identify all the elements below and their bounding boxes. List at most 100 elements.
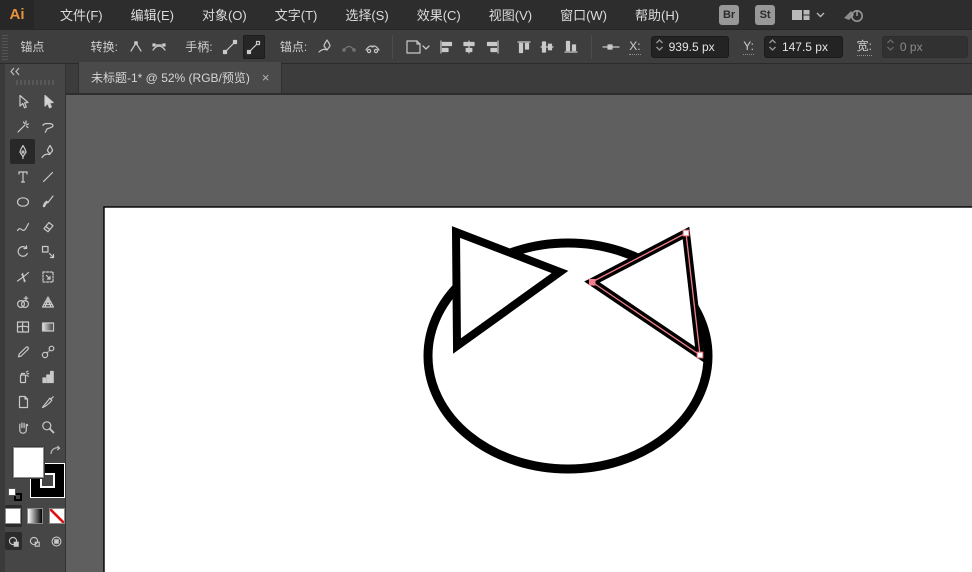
toolbox-grip[interactable]	[16, 80, 54, 85]
symbol-sprayer-tool[interactable]	[10, 364, 35, 389]
gradient-tool[interactable]	[35, 314, 60, 339]
perspective-grid-tool[interactable]	[35, 289, 60, 314]
show-handles-button[interactable]	[220, 35, 242, 59]
document-tab-bar: 未标题-1* @ 52% (RGB/预览) ×	[66, 64, 972, 95]
cut-path-button[interactable]	[361, 35, 383, 59]
column-graph-tool[interactable]	[35, 364, 60, 389]
menu-object[interactable]: 对象(O)	[188, 0, 261, 30]
gradient-button[interactable]	[27, 505, 44, 527]
width-field[interactable]: 0 px	[882, 36, 968, 58]
shape-builder-tool[interactable]	[10, 289, 35, 314]
slice-tool[interactable]	[35, 389, 60, 414]
stock-button[interactable]: St	[755, 5, 775, 25]
anchor-points-label: 锚点:	[280, 38, 307, 55]
remove-anchor-button[interactable]	[314, 35, 336, 59]
gpu-performance-icon[interactable]	[841, 6, 865, 24]
menu-bar: Ai 文件(F) 编辑(E) 对象(O) 文字(T) 选择(S) 效果(C) 视…	[0, 0, 972, 30]
default-fill-stroke-icon[interactable]	[8, 488, 22, 501]
menu-help[interactable]: 帮助(H)	[621, 0, 693, 30]
free-transform-tool[interactable]	[35, 264, 60, 289]
anchor-point-indicator-icon	[601, 35, 623, 59]
menu-type[interactable]: 文字(T)	[261, 0, 332, 30]
fill-color-swatch[interactable]	[13, 447, 44, 478]
convert-label: 转换:	[91, 38, 118, 55]
bridge-button[interactable]: Br	[719, 5, 739, 25]
separator	[392, 35, 393, 59]
pen-tool[interactable]	[10, 139, 35, 164]
align-bottom-button[interactable]	[560, 35, 582, 59]
color-type-row	[5, 505, 65, 527]
menu-select[interactable]: 选择(S)	[331, 0, 402, 30]
width-tool[interactable]	[10, 264, 35, 289]
y-value[interactable]: 147.5 px	[782, 40, 828, 54]
eyedropper-tool[interactable]	[10, 339, 35, 364]
align-top-button[interactable]	[513, 35, 535, 59]
workspace-switcher[interactable]	[791, 8, 825, 22]
control-bar-grip[interactable]	[2, 34, 8, 60]
menu-view[interactable]: 视图(V)	[475, 0, 546, 30]
menu-effect[interactable]: 效果(C)	[403, 0, 475, 30]
x-label[interactable]: X:	[629, 39, 640, 55]
paintbrush-tool[interactable]	[35, 189, 60, 214]
anchor-point[interactable]	[697, 352, 703, 358]
x-value[interactable]: 939.5 px	[669, 40, 715, 54]
toolbox-panel	[0, 64, 66, 572]
mesh-tool[interactable]	[10, 314, 35, 339]
convert-to-corner-button[interactable]	[125, 35, 147, 59]
hide-handles-button[interactable]	[243, 35, 265, 59]
x-coordinate-field[interactable]: 939.5 px	[651, 36, 730, 58]
align-right-button[interactable]	[482, 35, 504, 59]
draw-normal-button[interactable]	[5, 532, 22, 550]
document-tab-title: 未标题-1* @ 52% (RGB/预览)	[91, 69, 250, 86]
x-spinner[interactable]	[655, 37, 664, 56]
panel-title: 锚点	[20, 38, 44, 55]
align-left-button[interactable]	[435, 35, 457, 59]
control-bar: 锚点 转换: 手柄: 锚点:	[0, 30, 972, 64]
align-h-center-button[interactable]	[458, 35, 480, 59]
canvas-area[interactable]	[66, 95, 972, 572]
draw-inside-button[interactable]	[48, 532, 65, 550]
convert-to-smooth-button[interactable]	[149, 35, 171, 59]
menubar-right-tools: Br St	[719, 5, 865, 25]
shaper-tool[interactable]	[10, 214, 35, 239]
fill-stroke-widget	[5, 443, 65, 503]
blend-tool[interactable]	[35, 339, 60, 364]
align-v-center-button[interactable]	[536, 35, 558, 59]
none-button[interactable]	[48, 505, 65, 527]
swap-fill-stroke-icon[interactable]	[49, 445, 62, 457]
eraser-tool[interactable]	[35, 214, 60, 239]
rotate-tool[interactable]	[10, 239, 35, 264]
artboard-tool[interactable]	[10, 389, 35, 414]
menu-items: 文件(F) 编辑(E) 对象(O) 文字(T) 选择(S) 效果(C) 视图(V…	[46, 0, 693, 30]
ellipse-tool[interactable]	[10, 189, 35, 214]
draw-behind-button[interactable]	[26, 532, 43, 550]
collapse-panel-icon[interactable]	[9, 67, 21, 76]
color-button[interactable]	[5, 505, 22, 527]
menu-window[interactable]: 窗口(W)	[546, 0, 621, 30]
menu-edit[interactable]: 编辑(E)	[117, 0, 188, 30]
type-tool[interactable]	[10, 164, 35, 189]
illustrator-logo-icon[interactable]: Ai	[0, 0, 34, 30]
tab-close-icon[interactable]: ×	[262, 71, 270, 84]
magic-wand-tool[interactable]	[10, 114, 35, 139]
lasso-tool[interactable]	[35, 114, 60, 139]
y-coordinate-field[interactable]: 147.5 px	[764, 36, 843, 58]
zoom-tool[interactable]	[35, 414, 60, 439]
anchor-point-selected[interactable]	[589, 279, 596, 286]
document-tab[interactable]: 未标题-1* @ 52% (RGB/预览) ×	[78, 62, 282, 93]
hand-tool[interactable]	[10, 414, 35, 439]
align-to-artboard-button[interactable]	[402, 35, 433, 59]
selection-tool[interactable]	[10, 89, 35, 114]
direct-selection-tool[interactable]	[35, 89, 60, 114]
scale-tool[interactable]	[35, 239, 60, 264]
y-spinner[interactable]	[768, 37, 777, 56]
menu-file[interactable]: 文件(F)	[46, 0, 117, 30]
anchor-point[interactable]	[683, 230, 689, 236]
y-label[interactable]: Y:	[743, 39, 754, 55]
curvature-tool[interactable]	[35, 139, 60, 164]
line-segment-tool[interactable]	[35, 164, 60, 189]
width-label[interactable]: 宽:	[857, 37, 872, 56]
connect-endpoints-button[interactable]	[338, 35, 360, 59]
artwork-svg	[66, 95, 972, 572]
width-group: 0 px	[878, 36, 972, 58]
